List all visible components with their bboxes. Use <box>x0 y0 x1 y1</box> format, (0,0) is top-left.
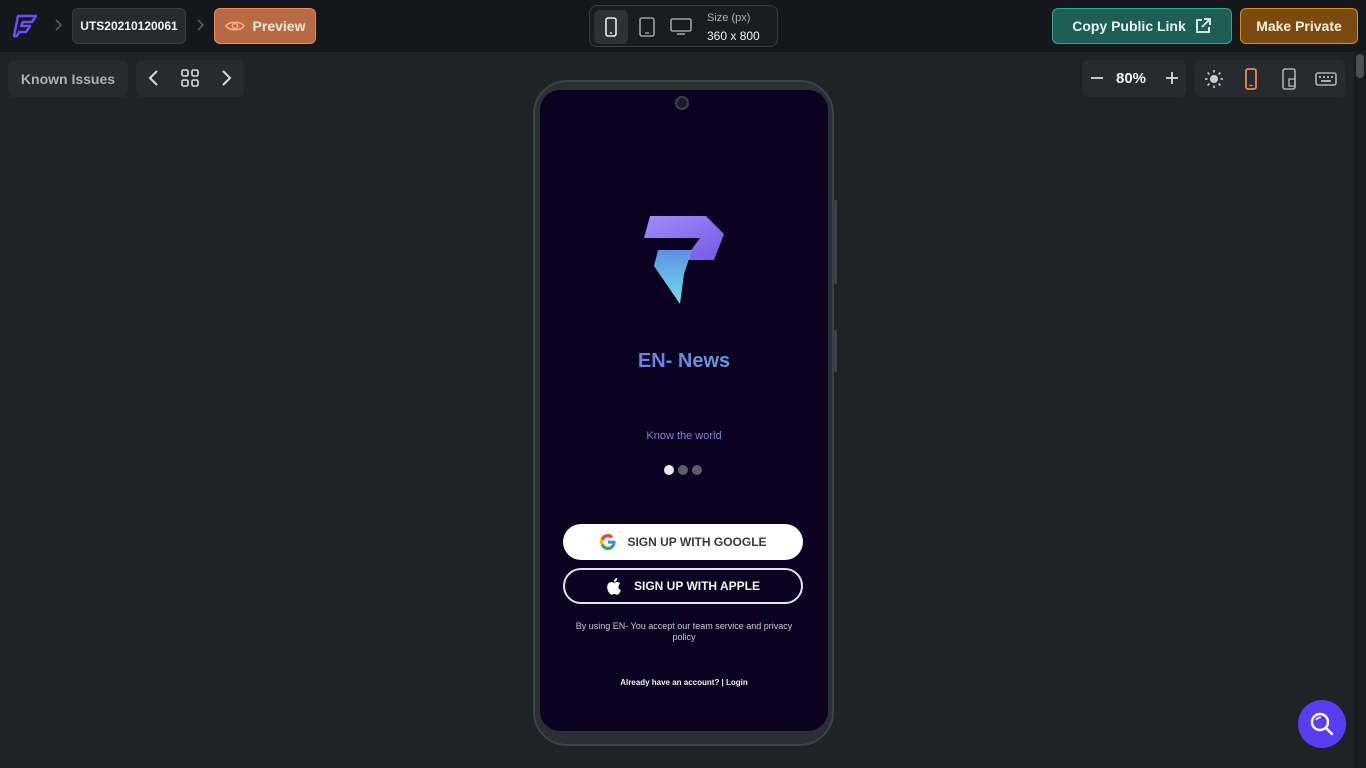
device-switcher: Size (px) 360 x 800 <box>589 5 778 47</box>
grid-icon[interactable] <box>180 68 200 88</box>
make-private-label: Make Private <box>1256 18 1342 34</box>
search-fab-button[interactable] <box>1298 700 1346 748</box>
scrollbar[interactable] <box>1354 52 1366 768</box>
apple-icon <box>607 578 621 595</box>
app-title: EN- News <box>540 350 828 373</box>
zoom-in-icon[interactable] <box>1163 69 1181 87</box>
known-issues-button[interactable]: Known Issues <box>8 60 128 97</box>
zoom-controls: 80% <box>1082 60 1186 97</box>
device-tablet-button[interactable] <box>630 10 664 44</box>
device-phone-button[interactable] <box>594 10 628 44</box>
preview-button[interactable]: Preview <box>214 8 316 44</box>
project-name-pill[interactable]: UTS20210120061 <box>72 8 186 44</box>
phone-side-button <box>834 330 837 372</box>
preview-label: Preview <box>252 18 306 34</box>
flutterflow-logo-icon[interactable] <box>12 12 40 40</box>
make-private-button[interactable]: Make Private <box>1240 8 1358 44</box>
copy-public-link-button[interactable]: Copy Public Link <box>1052 8 1232 44</box>
copy-link-label: Copy Public Link <box>1072 18 1186 34</box>
sign-up-google-button[interactable]: SIGN UP WITH GOOGLE <box>563 524 803 560</box>
project-name: UTS20210120061 <box>80 19 178 33</box>
carousel-dot[interactable] <box>678 465 688 475</box>
apple-button-label: SIGN UP WITH APPLE <box>633 579 760 593</box>
scroll-thumb[interactable] <box>1356 54 1364 78</box>
zoom-out-icon[interactable] <box>1088 69 1106 87</box>
camera-icon <box>675 96 689 110</box>
size-label: Size (px) <box>707 12 751 24</box>
google-button-label: SIGN UP WITH GOOGLE <box>627 535 767 549</box>
keyboard-icon[interactable] <box>1315 68 1337 90</box>
chevron-left-icon[interactable] <box>144 68 164 88</box>
desktop-icon <box>670 18 692 35</box>
known-issues-label: Known Issues <box>20 70 116 87</box>
phone-frame-icon[interactable] <box>1240 68 1262 90</box>
app-screen: EN- News Know the world SIGN UP WITH GOO… <box>540 90 828 731</box>
page-navigation <box>136 60 244 97</box>
zoom-value: 80% <box>1116 70 1147 87</box>
top-bar: UTS20210120061 Preview Size (px) 360 x 8… <box>0 0 1366 52</box>
view-options <box>1195 60 1345 97</box>
login-link[interactable]: Already have an account? | Login <box>540 678 828 687</box>
carousel-dot[interactable] <box>664 465 674 475</box>
tablet-icon <box>639 17 655 37</box>
legal-text: By using EN- You accept our team service… <box>575 621 793 642</box>
chevron-right-icon <box>197 19 205 31</box>
eye-icon <box>224 21 245 31</box>
sun-icon[interactable] <box>1203 68 1225 90</box>
size-value: 360 x 800 <box>707 29 760 43</box>
chevron-right-icon[interactable] <box>216 68 236 88</box>
device-desktop-button[interactable] <box>664 10 698 44</box>
device-layout-icon[interactable] <box>1279 68 1301 90</box>
search-icon <box>1310 712 1334 736</box>
app-tagline: Know the world <box>646 430 722 442</box>
carousel-dot[interactable] <box>692 465 702 475</box>
carousel-indicator <box>664 465 704 477</box>
phone-side-button <box>834 200 837 284</box>
google-icon <box>600 534 616 550</box>
phone-icon <box>605 17 617 37</box>
chevron-right-icon <box>55 19 63 31</box>
sign-up-apple-button[interactable]: SIGN UP WITH APPLE <box>563 568 803 604</box>
app-logo-icon <box>644 216 724 304</box>
external-link-icon <box>1195 18 1211 33</box>
